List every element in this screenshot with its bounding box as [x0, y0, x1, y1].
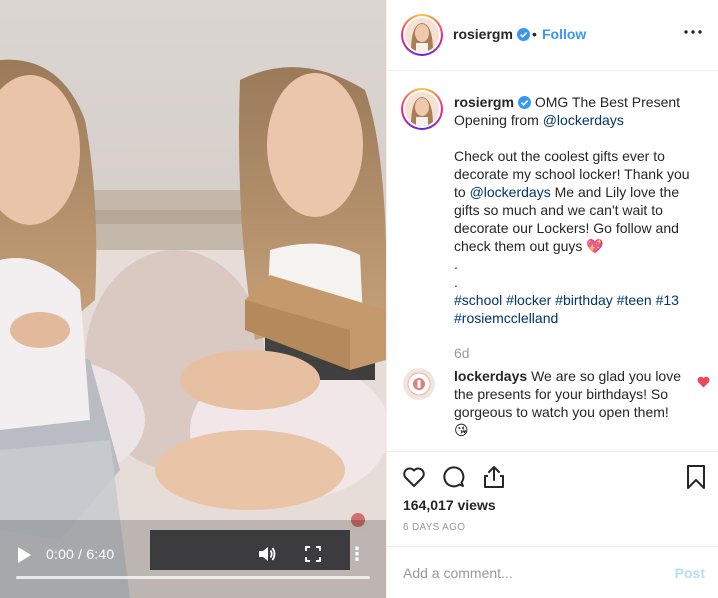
caption-dot-2: .	[454, 274, 458, 290]
hashtag-link[interactable]: #locker	[506, 292, 551, 308]
fullscreen-icon[interactable]	[304, 545, 322, 563]
post-date[interactable]: 6 DAYS AGO	[403, 522, 465, 533]
follow-button[interactable]: Follow	[542, 26, 586, 42]
comment-username[interactable]: lockerdays	[454, 368, 527, 384]
video-player[interactable]: 0:00 / 6:40 ⋮	[0, 0, 386, 598]
bookmark-icon[interactable]	[683, 464, 709, 490]
post-button[interactable]: Post	[675, 565, 705, 581]
header-username[interactable]: rosiergm	[453, 26, 530, 42]
hashtag-list: #school #locker #birthday #teen #13 #ros…	[454, 291, 704, 327]
video-time: 0:00 / 6:40	[46, 546, 115, 562]
kiss-emoji: 😘	[454, 422, 469, 438]
comments-section: rosiergm OMG The Best Present Opening fr…	[387, 71, 718, 451]
header-username-text: rosiergm	[453, 26, 513, 42]
video-frame	[0, 0, 386, 598]
header-separator: •	[532, 26, 537, 42]
post-header: rosiergm • Follow	[387, 0, 718, 71]
caption-body: Check out the coolest gifts ever to deco…	[454, 147, 704, 255]
hashtag-link[interactable]: #birthday	[555, 292, 613, 308]
caption-title: rosiergm OMG The Best Present Opening fr…	[454, 93, 704, 129]
comment-like-icon[interactable]	[697, 376, 710, 388]
verified-badge-icon	[516, 28, 530, 41]
comment-input[interactable]	[403, 563, 643, 583]
heart-emoji: 💖	[586, 238, 604, 254]
mention-link[interactable]: @lockerdays	[543, 112, 624, 128]
post-panel: rosiergm • Follow rosiergm OMG The Best …	[386, 0, 718, 598]
caption-avatar	[405, 92, 439, 126]
play-icon[interactable]	[16, 546, 32, 564]
hashtag-link[interactable]: #teen	[617, 292, 652, 308]
lockerdays-avatar[interactable]	[403, 368, 435, 400]
view-count[interactable]: 164,017 views	[403, 497, 496, 513]
avatar	[405, 18, 439, 52]
hashtag-link[interactable]: #rosiemcclelland	[454, 310, 558, 326]
video-more-icon[interactable]: ⋮	[347, 544, 367, 564]
caption-time-ago[interactable]: 6d	[454, 345, 470, 361]
hashtag-link[interactable]: #13	[656, 292, 679, 308]
share-icon[interactable]	[481, 464, 507, 490]
caption-username[interactable]: rosiergm	[454, 94, 514, 110]
add-comment-bar: Post	[387, 546, 718, 598]
mention-link-body[interactable]: @lockerdays	[470, 184, 551, 200]
caption-dot-1: .	[454, 256, 458, 272]
caption-story-ring[interactable]	[401, 88, 443, 130]
like-icon[interactable]	[401, 464, 427, 490]
more-options-icon[interactable]	[681, 20, 705, 44]
post-actions: 164,017 views 6 DAYS AGO	[387, 451, 718, 546]
video-controls: 0:00 / 6:40 ⋮	[0, 538, 386, 598]
hashtag-link[interactable]: #school	[454, 292, 502, 308]
comment-icon[interactable]	[441, 464, 467, 490]
comment-item: lockerdays We are so glad you love the p…	[454, 367, 686, 439]
volume-icon[interactable]	[257, 544, 277, 564]
story-ring[interactable]	[401, 14, 443, 56]
post-caption: rosiergm OMG The Best Present Opening fr…	[454, 93, 704, 327]
video-progress-bar[interactable]	[16, 576, 370, 579]
caption-verified-icon	[517, 96, 531, 109]
